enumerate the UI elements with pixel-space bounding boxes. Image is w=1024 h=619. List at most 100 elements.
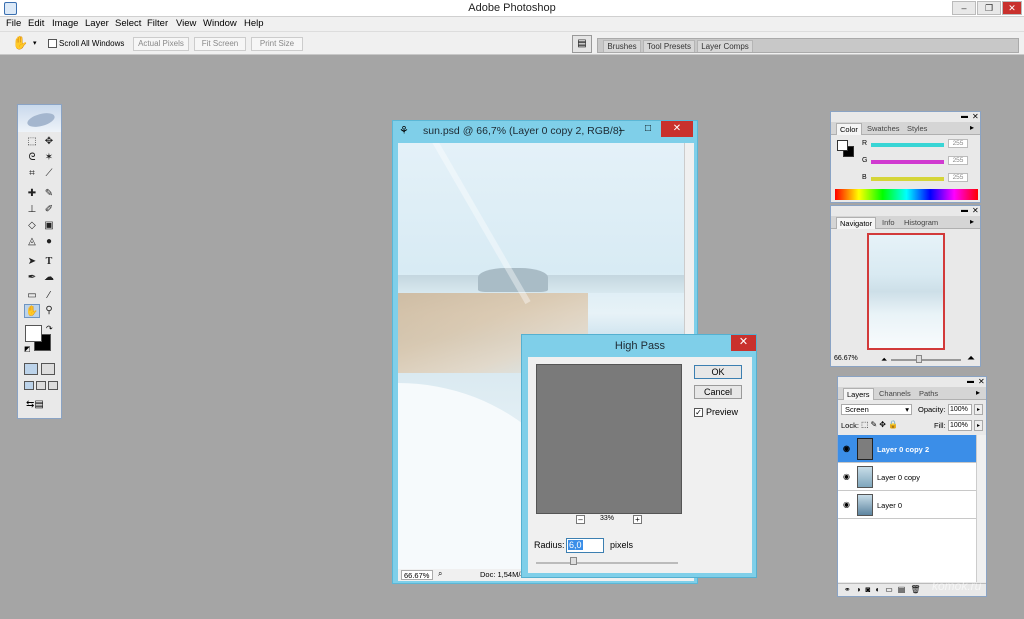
standard-mode-icon[interactable] xyxy=(24,363,38,375)
chevron-down-icon[interactable]: ▾ xyxy=(33,39,37,47)
eraser-icon[interactable]: ◇ xyxy=(24,219,40,233)
history-brush-icon[interactable]: ✐ xyxy=(41,203,57,217)
menu-help[interactable]: Help xyxy=(244,18,264,29)
menu-filter[interactable]: Filter xyxy=(147,18,168,29)
zoom-in-button[interactable]: + xyxy=(633,515,642,524)
nav-panel-menu-icon[interactable]: ▸ xyxy=(970,217,974,226)
layer-name[interactable]: Layer 0 copy 2 xyxy=(877,445,929,454)
screen-mode-standard-icon[interactable] xyxy=(24,381,34,390)
menu-window[interactable]: Window xyxy=(203,18,237,29)
well-tab-layer-comps[interactable]: Layer Comps xyxy=(697,40,753,52)
lock-icons[interactable]: ⬚✎✥🔒 xyxy=(861,420,900,429)
pen-icon[interactable]: ✒ xyxy=(24,271,40,285)
type-icon[interactable]: T xyxy=(41,255,57,269)
zoom-field[interactable]: 66.67% xyxy=(401,570,433,580)
navigator-zoom-slider[interactable] xyxy=(891,359,961,361)
layer-name[interactable]: Layer 0 xyxy=(877,501,902,510)
channel-b-value[interactable]: 255 xyxy=(948,173,968,182)
channel-r-slider[interactable] xyxy=(871,143,944,147)
cancel-button[interactable]: Cancel xyxy=(694,385,742,399)
nav-minimize-button[interactable]: ▬ xyxy=(961,207,968,214)
opacity-arrow-icon[interactable]: ▸ xyxy=(974,404,983,415)
doc-maximize-button[interactable]: □ xyxy=(645,123,651,134)
minimize-button[interactable]: – xyxy=(952,1,976,15)
tab-channels[interactable]: Channels xyxy=(876,388,914,400)
blend-mode-select[interactable]: Screen ▾ xyxy=(841,404,912,415)
navigator-zoom-thumb[interactable] xyxy=(916,355,922,363)
filter-preview[interactable] xyxy=(536,364,682,514)
tab-navigator[interactable]: Navigator xyxy=(836,217,877,229)
preview-checkbox[interactable]: ✓ xyxy=(694,408,703,417)
fit-screen-button[interactable]: Fit Screen xyxy=(194,37,246,51)
swap-colors-icon[interactable]: ↷ xyxy=(46,324,53,333)
layer-row[interactable]: ◉ Layer 0 xyxy=(838,491,976,519)
eye-icon[interactable]: ◉ xyxy=(843,500,850,509)
slice-icon[interactable]: ⟋ xyxy=(41,167,57,181)
hand-icon[interactable]: ✋ xyxy=(24,304,40,318)
hand-tool-preset-icon[interactable]: ✋ xyxy=(12,35,28,51)
channel-g-slider[interactable] xyxy=(871,160,944,164)
layers-close-button[interactable]: ✕ xyxy=(978,377,985,386)
move-icon[interactable]: ✥ xyxy=(41,135,57,149)
default-colors-icon[interactable]: ◩ xyxy=(24,345,31,353)
notes-icon[interactable]: ▭ xyxy=(24,289,40,303)
eyedropper-icon[interactable]: ⁄ xyxy=(41,289,57,303)
tab-histogram[interactable]: Histogram xyxy=(901,217,941,229)
tab-swatches[interactable]: Swatches xyxy=(864,123,903,135)
well-tab-tool-presets[interactable]: Tool Presets xyxy=(643,40,695,52)
channel-g-value[interactable]: 255 xyxy=(948,156,968,165)
scroll-all-checkbox[interactable] xyxy=(48,39,57,48)
panel-menu-icon[interactable]: ▸ xyxy=(970,123,974,132)
channel-b-slider[interactable] xyxy=(871,177,944,181)
tab-color[interactable]: Color xyxy=(836,123,862,135)
layer-row[interactable]: ◉ Layer 0 copy 2 xyxy=(838,435,976,463)
menu-select[interactable]: Select xyxy=(115,18,141,29)
actual-pixels-button[interactable]: Actual Pixels xyxy=(133,37,189,51)
screen-mode-full-icon[interactable] xyxy=(48,381,58,390)
status-menu-icon[interactable]: ⌕ xyxy=(438,569,442,579)
menu-edit[interactable]: Edit xyxy=(28,18,44,29)
lasso-icon[interactable]: ᘓ xyxy=(24,151,40,165)
blur-icon[interactable]: ◬ xyxy=(24,235,40,249)
clone-stamp-icon[interactable]: ⊥ xyxy=(24,203,40,217)
gradient-icon[interactable]: ▣ xyxy=(41,219,57,233)
marquee-icon[interactable]: ⬚ xyxy=(24,135,40,149)
custom-shape-icon[interactable]: ☁ xyxy=(41,271,57,285)
zoom-out-button[interactable]: – xyxy=(576,515,585,524)
menu-file[interactable]: File xyxy=(6,18,21,29)
channel-r-value[interactable]: 255 xyxy=(948,139,968,148)
quick-mask-icon[interactable] xyxy=(41,363,55,375)
print-size-button[interactable]: Print Size xyxy=(251,37,303,51)
jump-to-imageready-icon[interactable]: ⇆▤ xyxy=(26,399,44,410)
menu-view[interactable]: View xyxy=(176,18,196,29)
layer-row[interactable]: ◉ Layer 0 copy xyxy=(838,463,976,491)
restore-icon[interactable]: ❐ xyxy=(977,1,1001,15)
tab-info[interactable]: Info xyxy=(879,217,898,229)
panel-minimize-button[interactable]: ▬ xyxy=(961,113,968,120)
dialog-close-button[interactable]: ✕ xyxy=(731,335,756,351)
navigator-zoom[interactable]: 66.67% xyxy=(834,355,858,362)
zoom-in-mountain-icon[interactable]: ⏶ xyxy=(967,353,975,364)
zoom-icon[interactable]: ⚲ xyxy=(41,304,57,318)
nav-close-button[interactable]: ✕ xyxy=(972,206,979,215)
layers-minimize-button[interactable]: ▬ xyxy=(967,378,974,385)
close-app-button[interactable]: ✕ xyxy=(1002,1,1022,15)
navigator-thumbnail[interactable] xyxy=(867,233,945,350)
eye-icon[interactable]: ◉ xyxy=(843,472,850,481)
layers-panel-menu-icon[interactable]: ▸ xyxy=(976,388,980,397)
well-tab-brushes[interactable]: Brushes xyxy=(603,40,641,52)
panel-close-button[interactable]: ✕ xyxy=(972,112,979,121)
toolbox-header[interactable] xyxy=(18,105,61,132)
brush-icon[interactable]: ✎ xyxy=(41,187,57,201)
radius-input[interactable]: 6,0 xyxy=(566,538,604,553)
color-ramp[interactable] xyxy=(835,189,978,200)
dodge-icon[interactable]: ● xyxy=(41,235,57,249)
menu-image[interactable]: Image xyxy=(52,18,78,29)
opacity-input[interactable]: 100% xyxy=(948,404,972,415)
doc-minimize-button[interactable]: – xyxy=(619,125,625,136)
menu-layer[interactable]: Layer xyxy=(85,18,109,29)
foreground-color-swatch[interactable] xyxy=(25,325,42,342)
tab-layers[interactable]: Layers xyxy=(843,388,874,400)
magic-wand-icon[interactable]: ✶ xyxy=(41,151,57,165)
zoom-out-mountain-icon[interactable]: ⏶ xyxy=(881,355,887,365)
